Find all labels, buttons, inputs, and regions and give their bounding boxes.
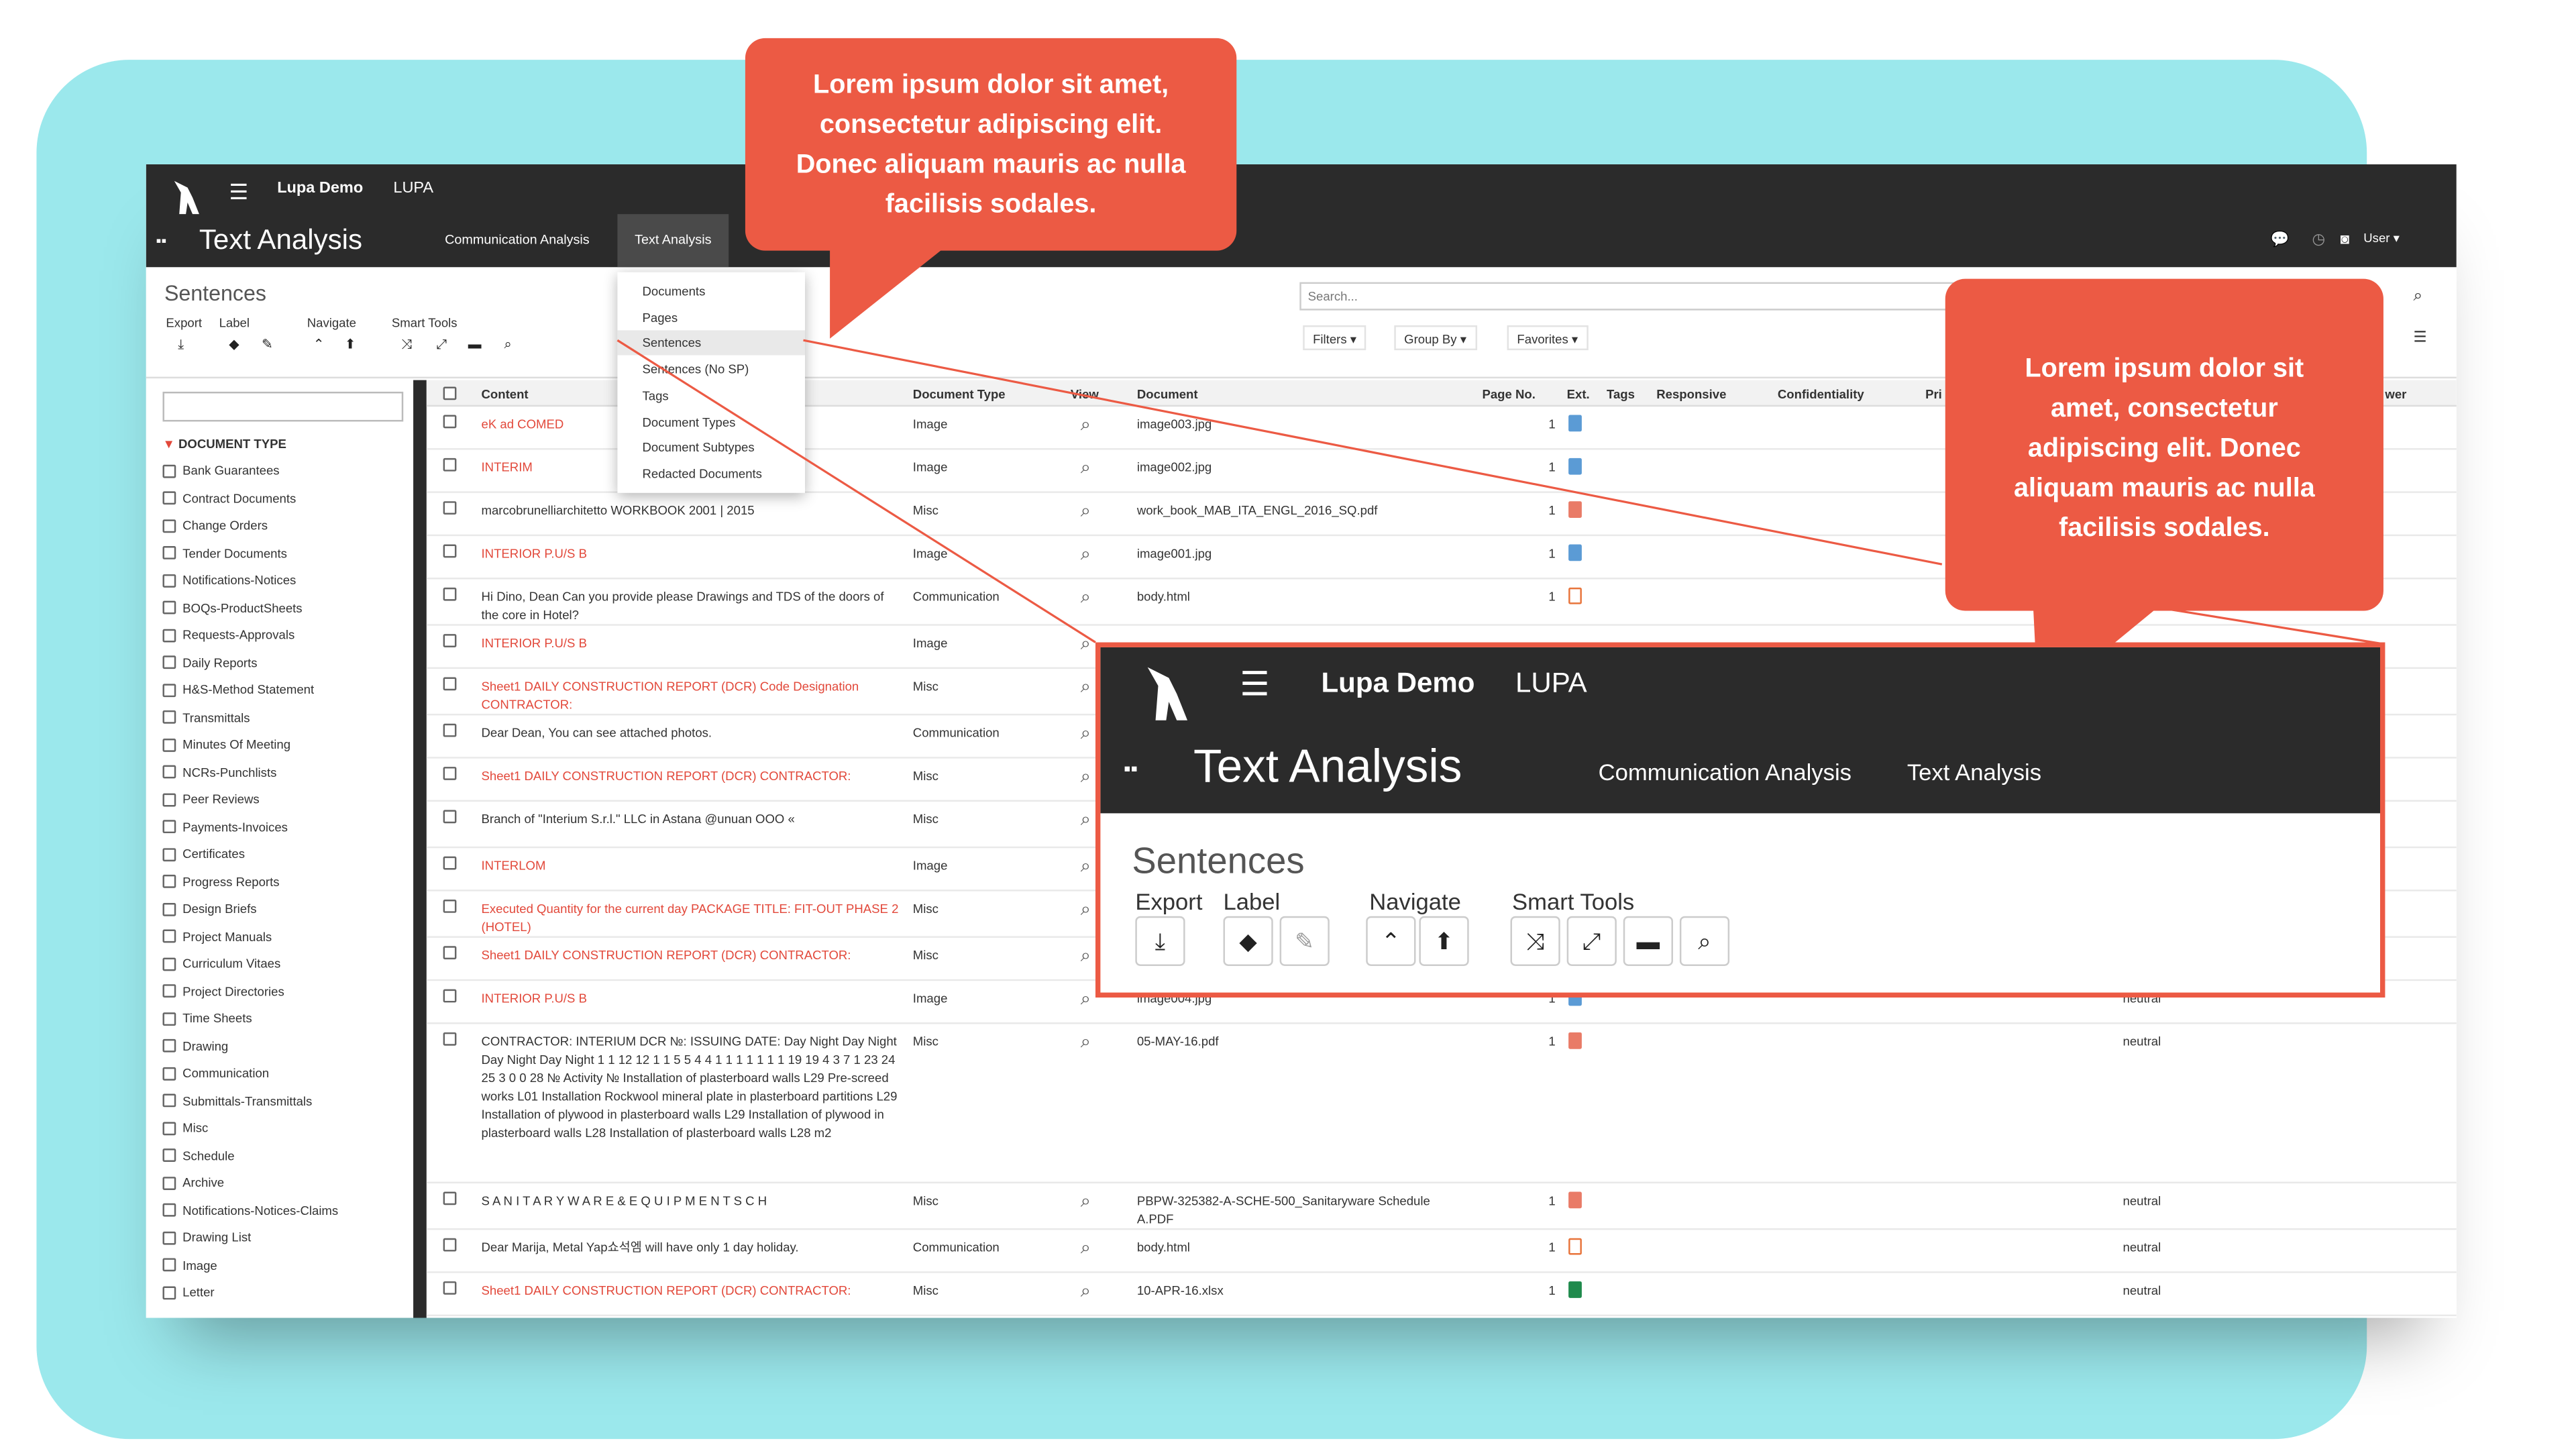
zoomed-download-icon[interactable]: ⤓	[1135, 916, 1185, 966]
zoomed-menu-icon[interactable]: ☰	[1240, 664, 1269, 706]
zoomed-minus-square-icon[interactable]: ▬	[1623, 916, 1673, 966]
connector-line-zoom-left	[616, 339, 1096, 643]
callout-right: Lorem ipsum dolor sit amet, consectetur …	[1945, 278, 2383, 611]
zoomed-pencil-icon[interactable]: ✎	[1279, 916, 1330, 966]
callout-top: Lorem ipsum dolor sit amet, consectetur …	[745, 38, 1237, 251]
zoomed-label-label: Label	[1223, 888, 1281, 915]
zoomed-company-code[interactable]: LUPA	[1515, 667, 1587, 700]
zoomed-nav-communication-analysis[interactable]: Communication Analysis	[1599, 759, 1851, 786]
zoomed-header-panel: ☰ Lupa Demo LUPA ▪▪ Text Analysis Commun…	[1095, 642, 2385, 998]
zoomed-apps-grid-icon[interactable]: ▪▪	[1124, 757, 1138, 780]
zoomed-shuffle-icon[interactable]: ⤨	[1510, 916, 1560, 966]
zoomed-navbar: ☰ Lupa Demo LUPA ▪▪ Text Analysis Commun…	[1100, 647, 2381, 814]
zoomed-chevron-up-icon[interactable]: ⌃	[1366, 916, 1416, 966]
connector-line-right	[803, 339, 1943, 566]
callout-top-tail	[830, 249, 943, 339]
zoomed-tag-icon[interactable]: ◆	[1223, 916, 1273, 966]
connector-line-zoom-top	[2157, 606, 2384, 645]
zoomed-breadcrumb[interactable]: Sentences	[1132, 840, 1304, 883]
zoomed-export-label: Export	[1135, 888, 1203, 915]
zoomed-smart-tools-label: Smart Tools	[1511, 888, 1635, 915]
zoomed-navigate-label: Navigate	[1369, 888, 1461, 915]
zoomed-arrow-up-circle-icon[interactable]: ⬆	[1419, 916, 1469, 966]
zoomed-expand-icon[interactable]: ⤢	[1566, 916, 1617, 966]
zoomed-wolf-logo-icon[interactable]	[1137, 661, 1190, 727]
zoomed-company-name[interactable]: Lupa Demo	[1321, 667, 1474, 700]
zoomed-page-title: Text Analysis	[1193, 740, 1462, 792]
zoomed-search-icon[interactable]: ⌕	[1679, 916, 1730, 966]
zoomed-nav-text-analysis[interactable]: Text Analysis	[1907, 759, 2041, 786]
stage: ☰ Lupa Demo LUPA ▪▪ Text Analysis Commun…	[0, 0, 2576, 1449]
